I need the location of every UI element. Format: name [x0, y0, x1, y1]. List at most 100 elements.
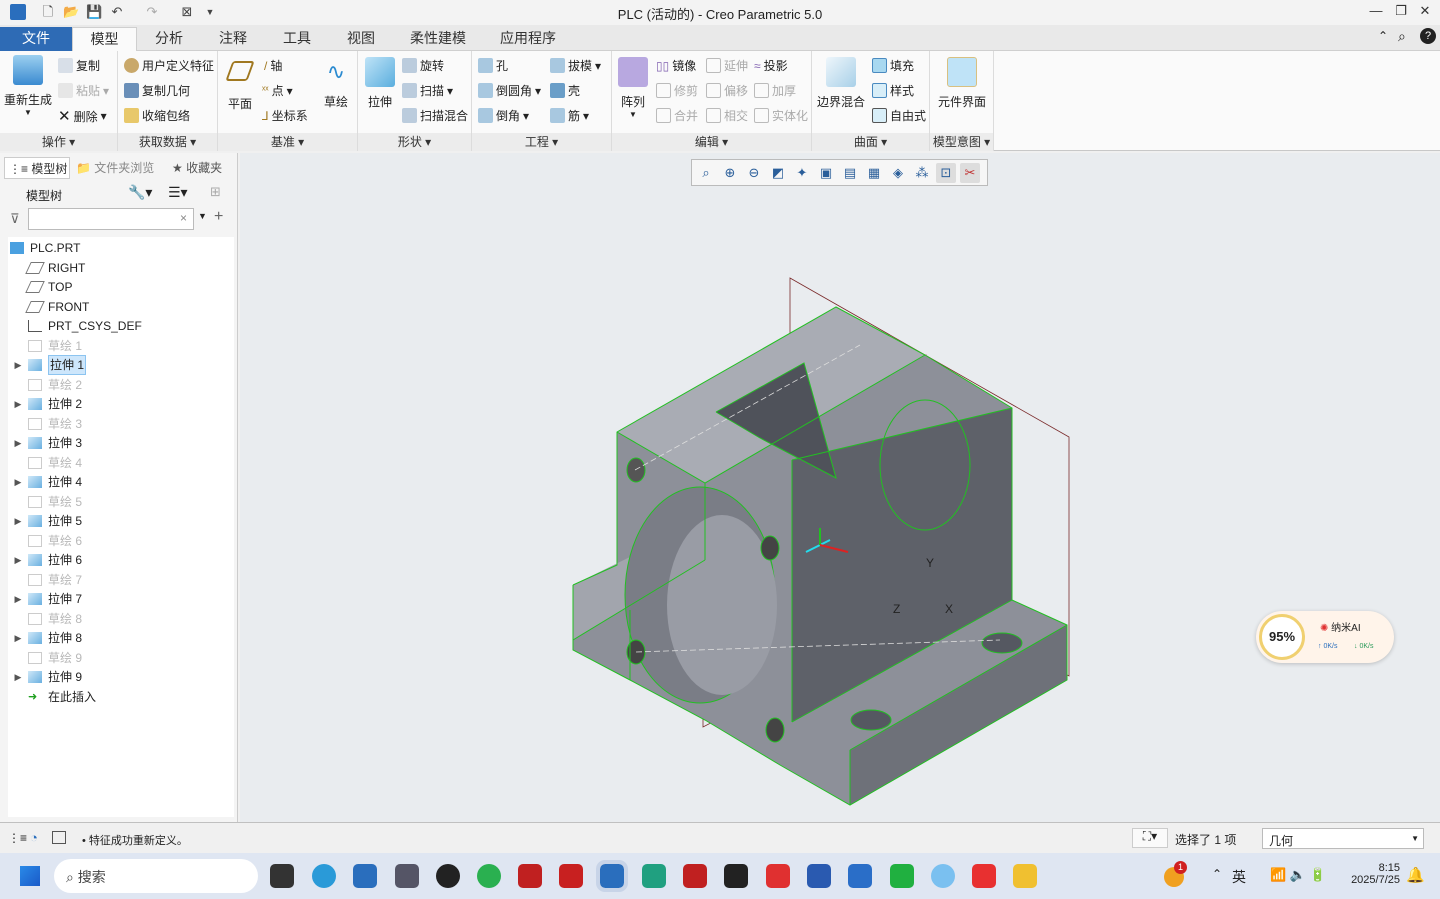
extend-button[interactable]: 延伸: [706, 57, 748, 74]
tree-item[interactable]: 草绘 1: [8, 337, 82, 355]
green-app-icon[interactable]: [890, 864, 914, 888]
restore-button[interactable]: ❐: [1391, 3, 1411, 19]
clock[interactable]: 8:152025/7/25: [1344, 862, 1400, 886]
rib-button[interactable]: 筋 ▾: [550, 107, 589, 124]
group-label-editing[interactable]: 编辑 ▾: [612, 133, 811, 151]
tree-item[interactable]: ➜在此插入: [8, 688, 96, 706]
3d-app-icon[interactable]: [642, 864, 666, 888]
expand-icon[interactable]: ▶: [8, 395, 28, 413]
chamfer-button[interactable]: 倒角 ▾: [478, 107, 529, 124]
colorful-app-icon[interactable]: [931, 864, 955, 888]
repaint-icon[interactable]: ◩: [768, 163, 788, 183]
extrude-button[interactable]: 拉伸: [362, 57, 398, 110]
taskview-icon[interactable]: [270, 864, 294, 888]
show-hidden-icons[interactable]: ⌃: [1212, 867, 1222, 881]
tab-analysis[interactable]: 分析: [137, 27, 201, 51]
udf-button[interactable]: 用户定义特征: [124, 57, 214, 74]
group-label-operations[interactable]: 操作 ▾: [0, 133, 117, 151]
display-style-icon[interactable]: ▣: [816, 163, 836, 183]
store-icon[interactable]: [353, 864, 377, 888]
tree-toggle-icon[interactable]: ⋮≡: [8, 831, 27, 845]
round-button[interactable]: 倒圆角 ▾: [478, 82, 541, 99]
tree-item[interactable]: ▶拉伸 7: [8, 590, 82, 608]
freestyle-button[interactable]: 自由式: [872, 107, 926, 124]
offset-button[interactable]: 偏移: [706, 82, 748, 99]
expand-icon[interactable]: ▶: [8, 356, 28, 374]
tree-search-input[interactable]: [28, 208, 194, 230]
intersect-button[interactable]: 相交: [706, 107, 748, 124]
collapse-ribbon-icon[interactable]: ⌃: [1378, 29, 1388, 43]
browser-icon[interactable]: ◔: [30, 830, 38, 845]
start-button[interactable]: [20, 866, 40, 886]
tree-item[interactable]: ▶拉伸 8: [8, 629, 82, 647]
trim-button[interactable]: 修剪: [656, 82, 698, 99]
paste-button[interactable]: 粘贴 ▾: [58, 82, 109, 99]
view-manager-icon[interactable]: ▦: [864, 163, 884, 183]
expand-icon[interactable]: ▶: [8, 551, 28, 569]
creo-icon[interactable]: [600, 864, 624, 888]
tree-item[interactable]: ▶拉伸 9: [8, 668, 82, 686]
zoom-out-icon[interactable]: ⊖: [744, 163, 764, 183]
revolve-button[interactable]: 旋转: [402, 57, 444, 74]
help-icon[interactable]: ?: [1420, 28, 1436, 44]
shrinkwrap-button[interactable]: 收缩包络: [124, 107, 190, 124]
thicken-button[interactable]: 加厚: [754, 82, 796, 99]
hole-button[interactable]: 孔: [478, 57, 508, 74]
sweep-button[interactable]: 扫描 ▾: [402, 82, 453, 99]
fill-button[interactable]: 填充: [872, 57, 914, 74]
nx-icon[interactable]: [683, 864, 707, 888]
tab-view[interactable]: 视图: [329, 27, 393, 51]
spin-center-icon[interactable]: ✦: [792, 163, 812, 183]
minimize-button[interactable]: —: [1366, 3, 1386, 18]
expand-icon[interactable]: ▶: [8, 668, 28, 686]
model-view[interactable]: Y Z X: [240, 153, 1440, 822]
tab-model-tree[interactable]: ⋮≡ 模型树: [4, 157, 70, 179]
group-label-model-intent[interactable]: 模型意图 ▾: [930, 133, 993, 151]
solidworks-icon[interactable]: [559, 864, 583, 888]
group-label-datum[interactable]: 基准 ▾: [218, 133, 357, 151]
tree-item[interactable]: ▶拉伸 4: [8, 473, 82, 491]
graphics-viewport[interactable]: Y Z X: [240, 153, 1440, 822]
qq-icon[interactable]: [436, 864, 460, 888]
perspective-icon[interactable]: ◈: [888, 163, 908, 183]
tree-item[interactable]: ▶拉伸 6: [8, 551, 82, 569]
expand-icon[interactable]: ▶: [8, 629, 28, 647]
smart-filter-button[interactable]: ⛶▾: [1132, 828, 1168, 848]
edge-icon[interactable]: [312, 864, 336, 888]
clear-search-icon[interactable]: ×: [180, 211, 187, 225]
csys-button[interactable]: ⅃坐标系: [262, 107, 308, 124]
tree-filter-icon[interactable]: ⊞: [210, 184, 221, 200]
tree-item[interactable]: 草绘 8: [8, 610, 82, 628]
wps-icon[interactable]: [972, 864, 996, 888]
copy-geometry-button[interactable]: 复制几何: [124, 82, 190, 99]
tree-item[interactable]: ▶拉伸 3: [8, 434, 82, 452]
delete-button[interactable]: ✕删除 ▾: [58, 107, 107, 125]
nano-ai-widget[interactable]: 95% ✺ 纳米AI ↑ 0K/s ↓ 0K/s: [1256, 611, 1394, 663]
tree-item[interactable]: RIGHT: [8, 259, 85, 277]
project-button[interactable]: ≈投影: [754, 57, 788, 74]
spin-center-toggle-icon[interactable]: ✂: [960, 163, 980, 183]
expand-icon[interactable]: ▶: [8, 512, 28, 530]
tab-applications[interactable]: 应用程序: [483, 27, 573, 51]
tab-annotate[interactable]: 注释: [201, 27, 265, 51]
selection-filter-select[interactable]: 几何▼: [1262, 828, 1424, 849]
tab-tools[interactable]: 工具: [265, 27, 329, 51]
tree-settings-icon[interactable]: 🔧▾: [128, 184, 152, 201]
shell-button[interactable]: 壳: [550, 82, 580, 99]
tree-item[interactable]: PRT_CSYS_DEF: [8, 317, 142, 335]
boundary-blend-button[interactable]: 边界混合: [816, 57, 866, 110]
expand-icon[interactable]: ▶: [8, 434, 28, 452]
style-button[interactable]: 样式: [872, 82, 914, 99]
group-label-shapes[interactable]: 形状 ▾: [358, 133, 471, 151]
swept-blend-button[interactable]: 扫描混合: [402, 107, 468, 124]
expand-icon[interactable]: ▶: [8, 473, 28, 491]
annotation-display-icon[interactable]: ⊡: [936, 163, 956, 183]
tree-item[interactable]: TOP: [8, 278, 72, 296]
add-icon[interactable]: +: [214, 208, 223, 226]
axis-button[interactable]: /轴: [264, 57, 282, 74]
wechat-icon[interactable]: [477, 864, 501, 888]
tree-item[interactable]: 草绘 7: [8, 571, 82, 589]
printer-icon[interactable]: [395, 864, 419, 888]
sketch-button[interactable]: ∿草绘: [318, 57, 354, 110]
taskbar-search[interactable]: ⌕ 搜索: [54, 859, 258, 893]
